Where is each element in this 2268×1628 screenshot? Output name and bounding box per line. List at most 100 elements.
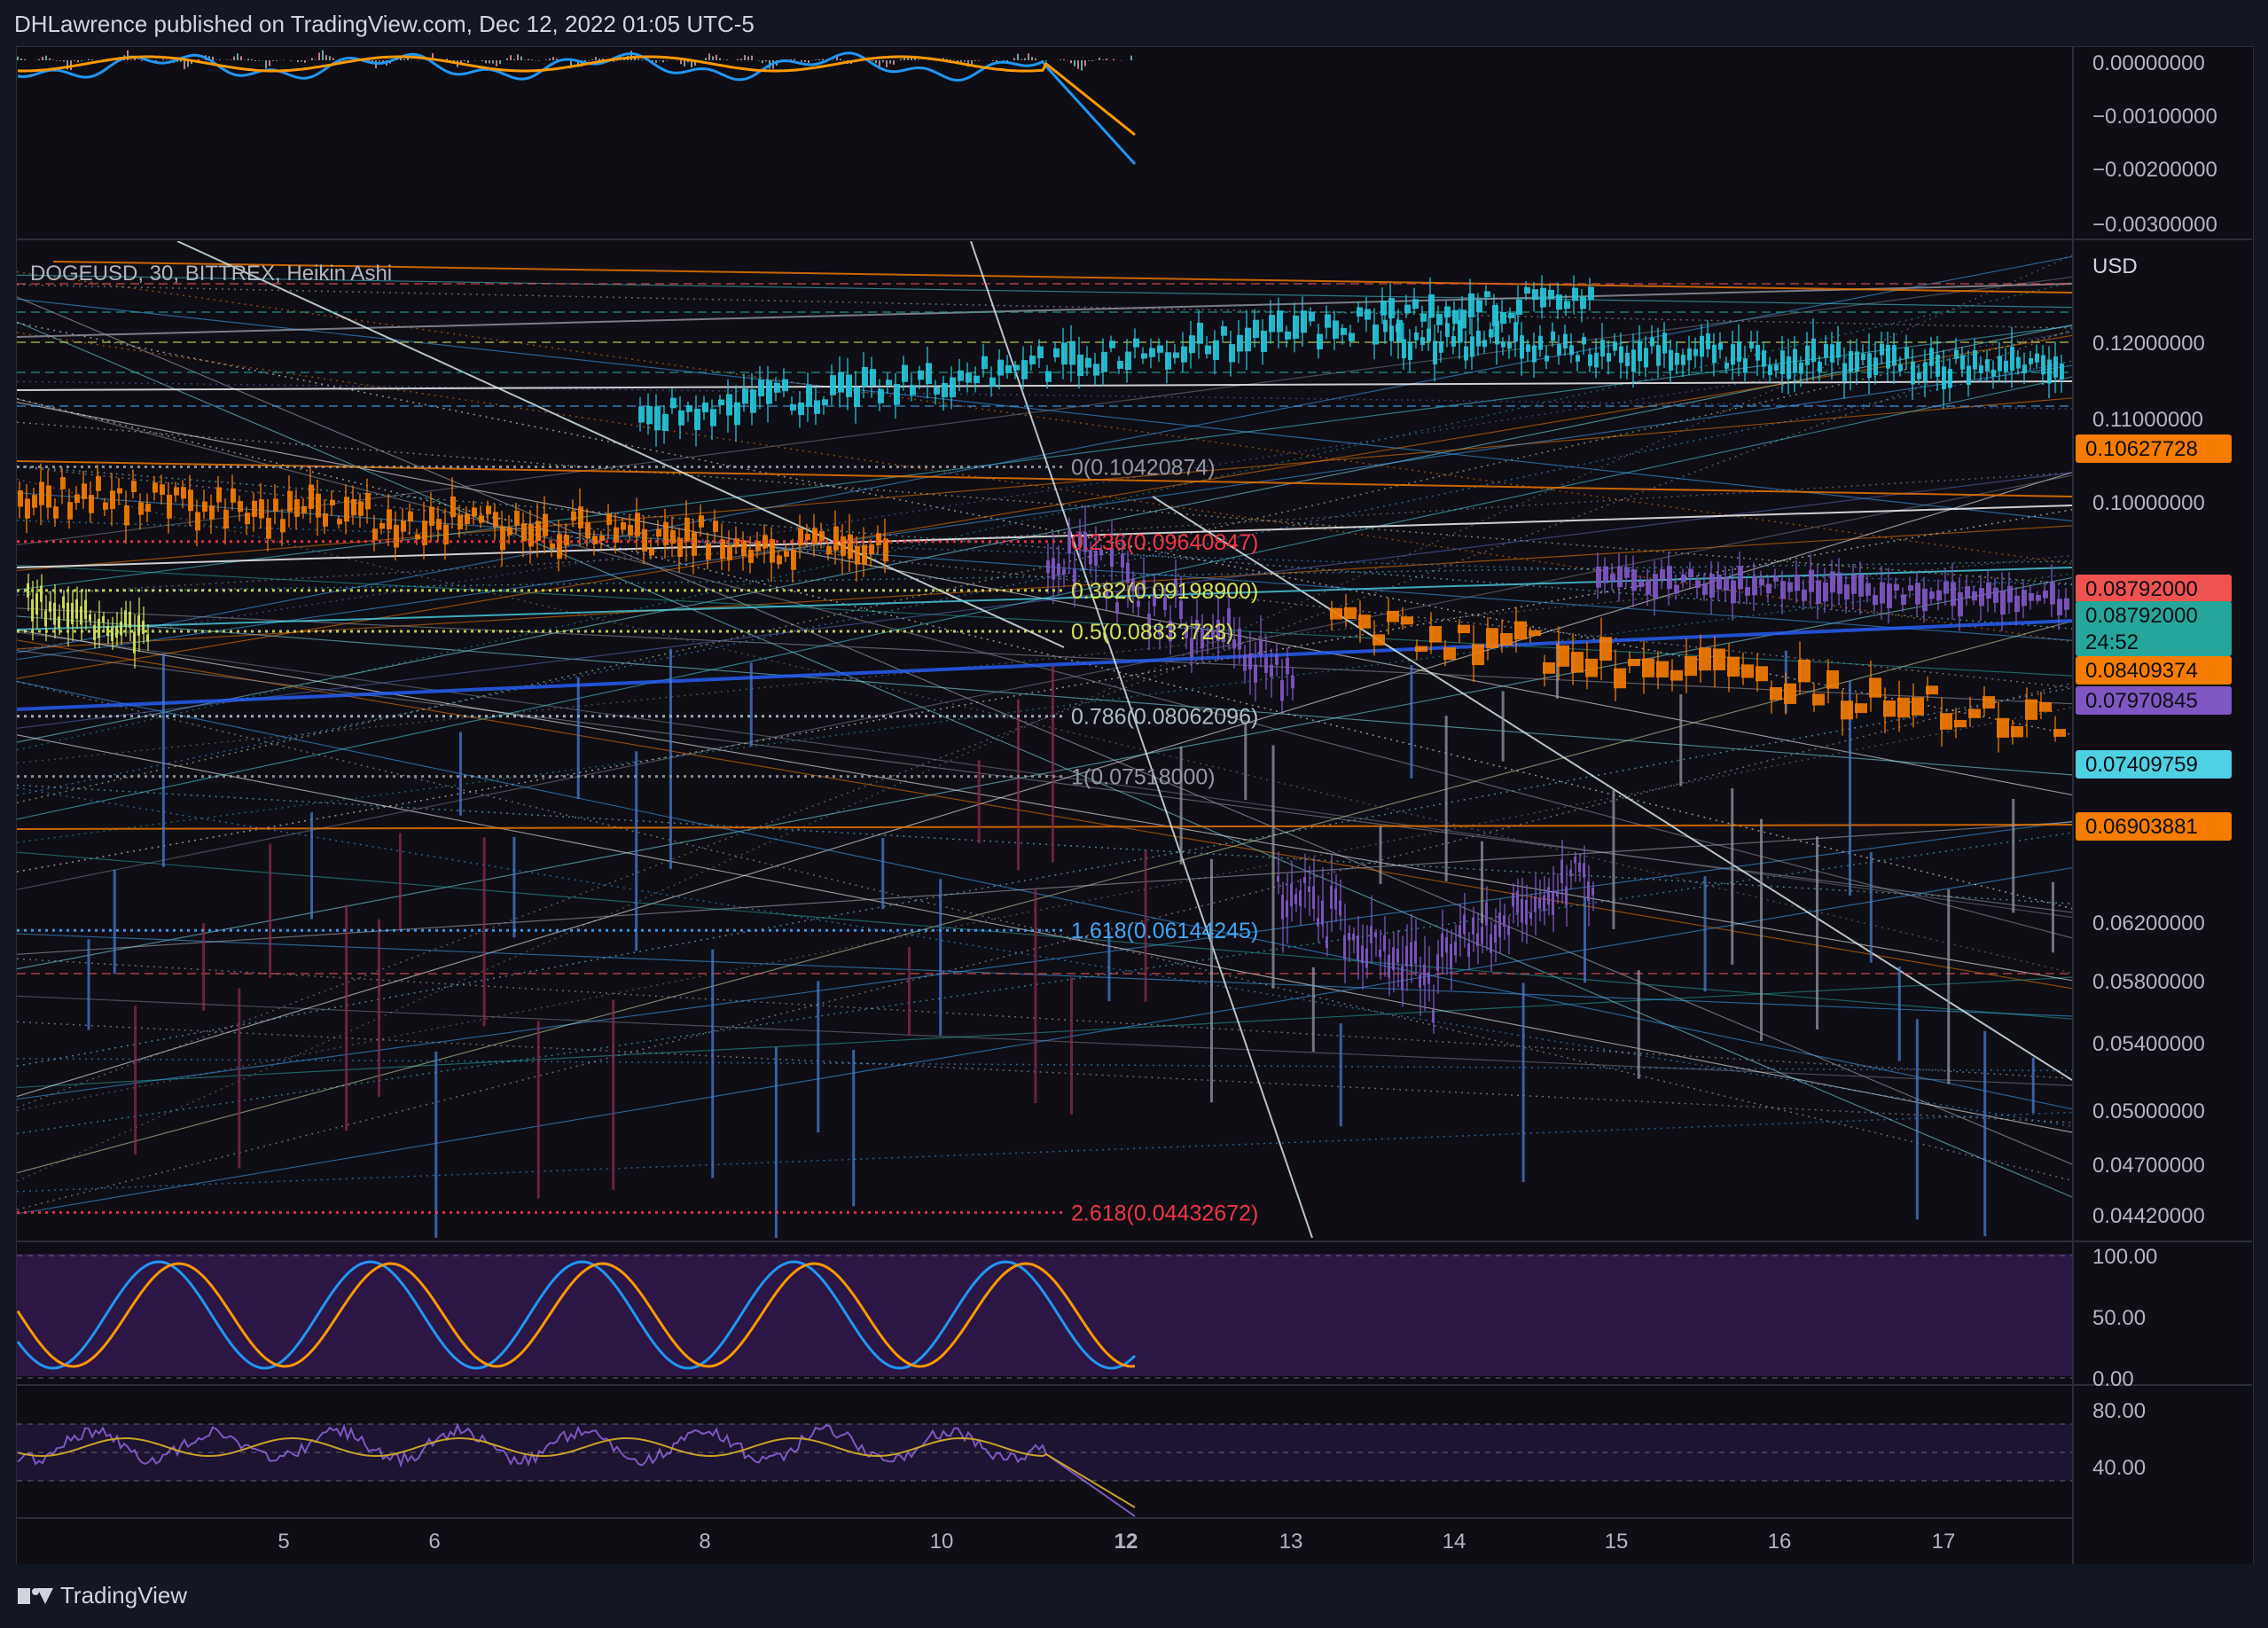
candle-body xyxy=(1213,340,1219,360)
candle-body xyxy=(1576,355,1580,362)
trend-line xyxy=(17,851,2072,1020)
candle-body xyxy=(1452,309,1459,325)
candle-body xyxy=(1334,888,1337,910)
candle-body xyxy=(1628,659,1640,667)
trend-line xyxy=(17,328,2072,1108)
candle-body xyxy=(1472,644,1484,666)
candle-body xyxy=(89,495,94,513)
candle-body xyxy=(124,610,127,627)
candle-body xyxy=(1759,578,1764,586)
tradingview-logo-icon xyxy=(18,1586,53,1606)
candle-body xyxy=(1383,935,1386,951)
candle-body xyxy=(1445,323,1450,337)
candle-body xyxy=(1404,304,1411,314)
candle-body xyxy=(1942,366,1946,390)
candle-body xyxy=(1613,341,1617,351)
candle-body xyxy=(710,409,716,427)
candle-body xyxy=(966,372,972,383)
candle-body xyxy=(1410,942,1412,967)
candle-body xyxy=(1205,345,1211,355)
candle-body xyxy=(142,621,145,634)
candle-body xyxy=(1380,301,1387,316)
currency-label[interactable]: USD xyxy=(2092,254,2138,278)
candle-body xyxy=(791,550,796,570)
candle-body xyxy=(53,602,56,625)
candle-body xyxy=(1823,582,1828,602)
candle-body xyxy=(287,490,293,513)
candle-body xyxy=(1588,286,1594,301)
candle-body xyxy=(1500,311,1506,325)
trend-line-bold xyxy=(17,380,2072,391)
candle-body xyxy=(550,543,555,549)
candle-body xyxy=(493,512,498,528)
candle-body xyxy=(1133,338,1139,348)
candle-body xyxy=(1784,683,1796,704)
candle-body xyxy=(1498,912,1501,937)
candle-body xyxy=(1401,616,1413,625)
candle-body xyxy=(102,616,105,622)
candle-body xyxy=(387,509,392,530)
candle-body xyxy=(1269,315,1275,333)
candle-body xyxy=(1348,932,1350,941)
candle-body xyxy=(1681,574,1686,583)
candle-body xyxy=(1529,630,1541,637)
candle-body xyxy=(1476,330,1481,347)
fib-label: 1.618(0.06144245) xyxy=(1071,919,1258,943)
candle-body xyxy=(2025,699,2037,720)
candle-body xyxy=(1898,364,1903,372)
candle-body xyxy=(1439,341,1443,353)
fib-label: 0.786(0.08062096) xyxy=(1071,705,1258,730)
candle-body xyxy=(974,375,980,384)
candle-body xyxy=(662,413,669,432)
candle-body xyxy=(153,482,158,493)
candle-body xyxy=(344,497,349,522)
candle-body xyxy=(1756,344,1760,361)
candle-body xyxy=(40,585,43,602)
candle-body xyxy=(958,370,964,381)
candle-body xyxy=(1610,573,1615,582)
candle-body xyxy=(1998,356,2002,372)
candle-body xyxy=(458,515,463,529)
candle-body xyxy=(2029,357,2033,364)
candle-body xyxy=(1543,895,1545,912)
candle-body xyxy=(96,476,101,491)
candle-body xyxy=(1101,351,1107,372)
symbol-label: DOGEUSD, 30, BITTREX, Heikin Ashi xyxy=(30,262,392,286)
candle-body xyxy=(699,515,704,528)
candle-body xyxy=(1489,329,1493,338)
candle-body xyxy=(1245,327,1251,352)
candle-body xyxy=(133,631,136,654)
candle-body xyxy=(1727,656,1740,677)
candle-body xyxy=(1525,899,1528,925)
trend-line xyxy=(17,397,2072,910)
candle-body xyxy=(39,481,44,505)
trend-line xyxy=(17,478,2072,974)
candle-body xyxy=(1037,346,1044,358)
candle-body xyxy=(1940,713,1952,730)
tradingview-logo[interactable]: TradingView xyxy=(18,1582,187,1609)
stoch-tick-label: 100.00 xyxy=(2092,1245,2157,1269)
candle-body xyxy=(1685,655,1697,677)
chart-svg[interactable]: 0(0.10420874) 0.236(0.09640847) 0.382(0.09… xyxy=(0,0,2268,1628)
candle-body xyxy=(1538,335,1543,350)
candle-body xyxy=(1653,574,1658,599)
candle-body xyxy=(273,498,278,512)
candle-body xyxy=(436,519,442,530)
trend-line xyxy=(17,421,2072,585)
candle-body xyxy=(1849,350,1853,372)
candle-body xyxy=(1253,319,1259,338)
candle-body xyxy=(1052,558,1055,580)
trend-line xyxy=(17,573,2072,843)
candle-body xyxy=(841,536,846,556)
candle-body xyxy=(1858,574,1864,597)
candle-body xyxy=(1379,950,1381,958)
candle-body xyxy=(1173,352,1179,358)
candle-body xyxy=(1841,701,1853,720)
candle-body xyxy=(1997,717,2009,738)
candle-body xyxy=(1967,365,1971,386)
candle-body xyxy=(1702,583,1708,595)
stoch-tick-label: 0.00 xyxy=(2092,1367,2134,1391)
candle-body xyxy=(1293,315,1299,339)
candle-body xyxy=(1500,633,1513,646)
fib-label: 0.236(0.09640847) xyxy=(1071,530,1258,555)
